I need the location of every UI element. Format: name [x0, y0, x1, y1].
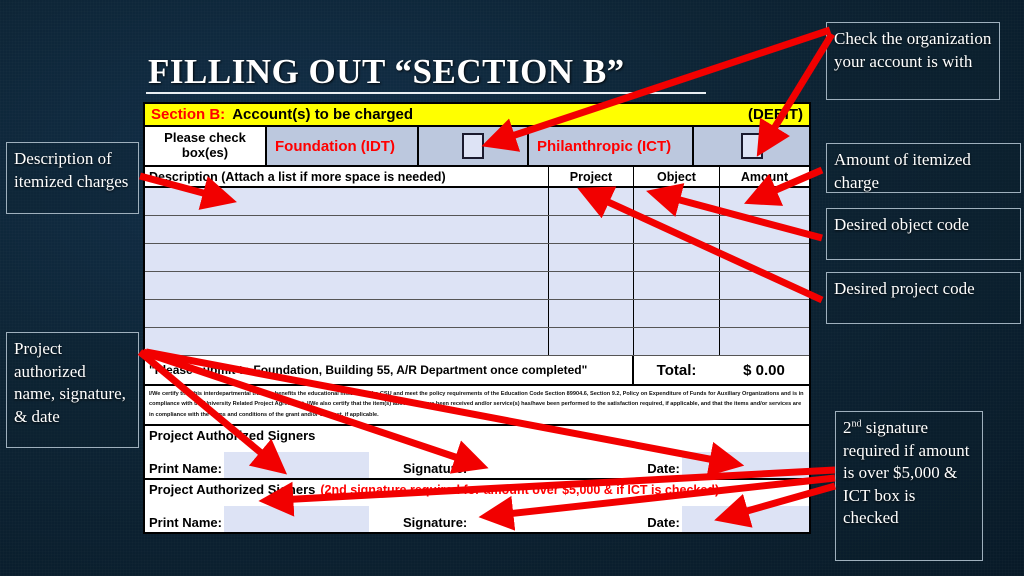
table-row: [145, 188, 809, 216]
section-b-form: Section B: Account(s) to be charged (DEB…: [143, 102, 811, 535]
signer-1-date-label: Date:: [647, 461, 680, 477]
cell-amount[interactable]: [720, 300, 809, 327]
callout-description-of-itemized-charges: Description of itemized charges: [6, 142, 139, 214]
cell-amount[interactable]: [720, 244, 809, 271]
signer-2-signature-label: Signature:: [402, 515, 468, 531]
please-check-box-label: Please check box(es): [145, 127, 267, 165]
cell-description[interactable]: [145, 272, 549, 299]
signer-1-heading: Project Authorized Signers: [145, 426, 809, 445]
debit-label: (DEBIT): [748, 106, 803, 123]
signer-2-signature-field[interactable]: [469, 506, 618, 533]
cell-project[interactable]: [549, 300, 634, 327]
callout-desired-object-code: Desired object code: [826, 208, 1021, 260]
page-title: FILLING OUT “SECTION B”: [148, 52, 625, 91]
cell-amount[interactable]: [720, 188, 809, 215]
signer-2-date-field[interactable]: [681, 506, 809, 533]
total-value: $ 0.00: [743, 361, 785, 379]
signer-1-print-name-field[interactable]: [223, 452, 369, 479]
foundation-idt-label: Foundation (IDT): [267, 127, 419, 165]
second-signature-rest: signature required if amount is over $5,…: [843, 418, 970, 528]
column-header-project: Project: [549, 167, 634, 186]
cell-project[interactable]: [549, 216, 634, 243]
cell-amount[interactable]: [720, 272, 809, 299]
cell-amount[interactable]: [720, 328, 809, 355]
cell-project[interactable]: [549, 188, 634, 215]
charges-table-header: Description (Attach a list if more space…: [145, 167, 809, 188]
organization-checkbox-band: Please check box(es) Foundation (IDT) Ph…: [145, 127, 809, 167]
signer-1-print-name-label: Print Name:: [149, 461, 222, 477]
callout-check-the-organization: Check the organization your account is w…: [826, 22, 1000, 100]
column-header-amount: Amount: [740, 169, 789, 184]
philanthropic-ict-checkbox[interactable]: [740, 133, 763, 159]
table-row: [145, 272, 809, 300]
cell-description[interactable]: [145, 300, 549, 327]
certification-text: I/We certify that this interdepartmental…: [145, 386, 809, 427]
signer-1-date-field[interactable]: [681, 452, 809, 479]
philanthropic-ict-checkbox-cell[interactable]: [694, 127, 809, 165]
table-row: [145, 300, 809, 328]
cell-object[interactable]: [634, 216, 720, 243]
signer-2-date-label: Date:: [647, 515, 680, 531]
cell-object[interactable]: [634, 188, 720, 215]
submit-note: "Please submit to Foundation, Building 5…: [145, 356, 634, 384]
cell-object[interactable]: [634, 272, 720, 299]
cell-project[interactable]: [549, 244, 634, 271]
cell-description[interactable]: [145, 216, 549, 243]
signer-1-heading-text: Project Authorized Signers: [149, 428, 316, 444]
foundation-idt-checkbox-cell[interactable]: [419, 127, 529, 165]
table-row: [145, 216, 809, 244]
signer-2-print-name-field[interactable]: [223, 506, 369, 533]
section-label: Section B:: [151, 106, 226, 123]
signer-1-signature-field[interactable]: [469, 452, 618, 479]
table-row: [145, 244, 809, 272]
callout-amount-of-itemized-charge: Amount of itemized charge: [826, 143, 1021, 193]
second-signature-prefix: 2: [843, 418, 852, 437]
cell-object[interactable]: [634, 244, 720, 271]
philanthropic-ict-label: Philanthropic (ICT): [529, 127, 694, 165]
section-title: Account(s) to be charged: [232, 106, 414, 123]
second-signature-ordinal: nd: [851, 418, 862, 430]
column-header-description: Description (Attach a list if more space…: [145, 167, 549, 186]
signer-1-signature-label: Signature:: [402, 461, 468, 477]
total-row: "Please submit to Foundation, Building 5…: [145, 356, 809, 386]
signer-1-fields: Print Name: Signature: Date:: [145, 445, 809, 479]
cell-description[interactable]: [145, 188, 549, 215]
table-row: [145, 328, 809, 356]
cell-amount[interactable]: [720, 216, 809, 243]
cell-project[interactable]: [549, 272, 634, 299]
cell-project[interactable]: [549, 328, 634, 355]
signer-2-print-name-label: Print Name:: [149, 515, 222, 531]
cell-object[interactable]: [634, 300, 720, 327]
signer-2-note: (2nd signature required for amount over …: [320, 482, 720, 497]
signer-2-heading: Project Authorized Signers (2nd signatur…: [145, 480, 809, 499]
cell-object[interactable]: [634, 328, 720, 355]
column-header-object: Object: [634, 167, 720, 186]
signer-2-heading-text: Project Authorized Signers: [149, 482, 316, 498]
callout-project-authorized: Project authorized name, signature, & da…: [6, 332, 139, 448]
callout-second-signature-required: 2nd signature required if amount is over…: [835, 411, 983, 561]
signer-block-2: Project Authorized Signers (2nd signatur…: [145, 480, 809, 533]
callout-desired-project-code: Desired project code: [826, 272, 1021, 324]
signer-block-1: Project Authorized Signers Print Name: S…: [145, 426, 809, 481]
cell-description[interactable]: [145, 244, 549, 271]
cell-description[interactable]: [145, 328, 549, 355]
total-label: Total:: [656, 361, 697, 379]
foundation-idt-checkbox[interactable]: [462, 133, 484, 159]
title-underline: [146, 92, 706, 94]
section-header-band: Section B: Account(s) to be charged (DEB…: [145, 104, 809, 127]
signer-2-fields: Print Name: Signature: Date:: [145, 499, 809, 533]
